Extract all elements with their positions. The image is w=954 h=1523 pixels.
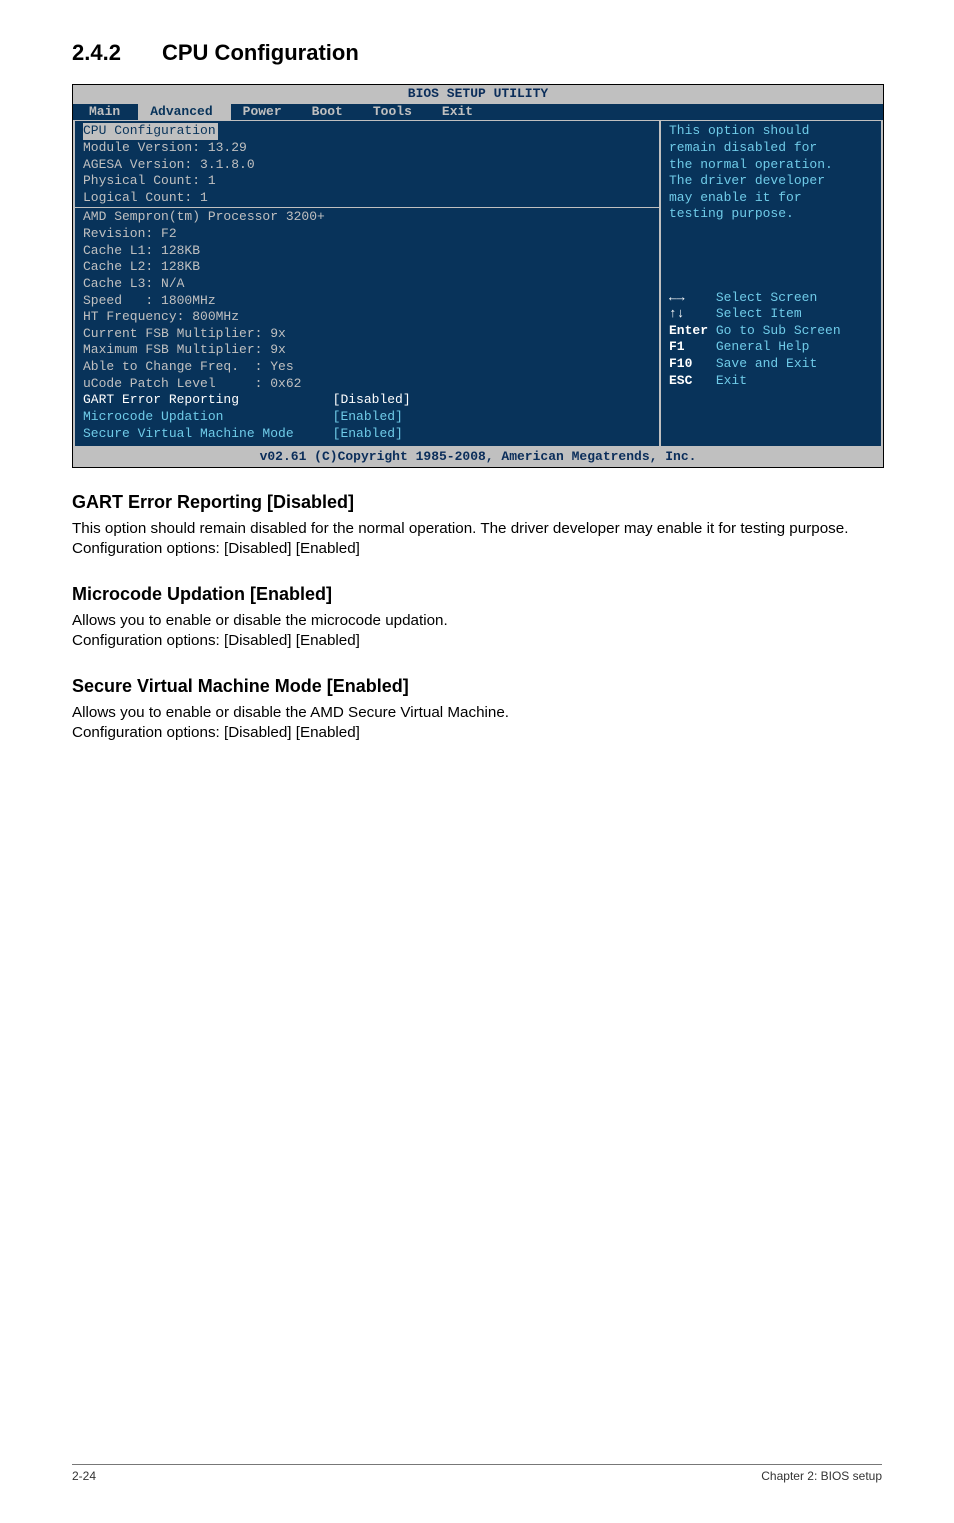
bios-nav-key: F10 (669, 356, 708, 371)
bios-nav-key: ↑↓ (669, 306, 708, 321)
bios-setting[interactable]: Secure Virtual Machine Mode [Enabled] (83, 426, 403, 441)
subsection-body-2: Allows you to enable or disable the AMD … (72, 703, 882, 744)
subsection-heading-1: Microcode Updation [Enabled] (72, 584, 882, 605)
page-footer: 2-24 Chapter 2: BIOS setup (72, 1464, 882, 1483)
bios-nav-key: Enter (669, 323, 708, 338)
tab-tools[interactable]: Tools (361, 104, 430, 121)
tab-exit[interactable]: Exit (430, 104, 491, 121)
tab-advanced[interactable]: Advanced (138, 104, 230, 121)
tab-boot[interactable]: Boot (300, 104, 361, 121)
bios-nav-text: Exit (716, 373, 747, 388)
bios-right-pane: This option should remain disabled for t… (659, 120, 883, 448)
tab-power[interactable]: Power (231, 104, 300, 121)
subsection-heading-0: GART Error Reporting [Disabled] (72, 492, 882, 513)
bios-nav-text: Save and Exit (716, 356, 817, 371)
bios-setting[interactable]: GART Error Reporting [Disabled] (83, 392, 411, 407)
section-number: 2.4.2 (72, 40, 162, 66)
subsection-body-0: This option should remain disabled for t… (72, 519, 882, 560)
page-number: 2-24 (72, 1469, 96, 1483)
subsection-body-1: Allows you to enable or disable the micr… (72, 611, 882, 652)
bios-left-pane: CPU Configuration Module Version: 13.29 … (73, 120, 659, 448)
bios-nav-text: Select Screen (716, 290, 817, 305)
subsection-heading-2: Secure Virtual Machine Mode [Enabled] (72, 676, 882, 697)
bios-nav-key: ESC (669, 373, 708, 388)
bios-nav-key: F1 (669, 339, 708, 354)
bios-screenshot: BIOS SETUP UTILITY Main Advanced Power B… (72, 84, 884, 468)
bios-group-title: CPU Configuration (83, 123, 218, 140)
tab-main[interactable]: Main (77, 104, 138, 121)
bios-nav-text: Go to Sub Screen (716, 323, 841, 338)
bios-tabs: Main Advanced Power Boot Tools Exit (73, 104, 883, 121)
bios-nav-text: General Help (716, 339, 810, 354)
section-heading: 2.4.2CPU Configuration (72, 40, 882, 66)
bios-nav-key: ←→ (669, 290, 708, 305)
section-title-text: CPU Configuration (162, 40, 359, 65)
bios-setting[interactable]: Microcode Updation [Enabled] (83, 409, 403, 424)
bios-header: BIOS SETUP UTILITY (73, 85, 883, 104)
page-chapter: Chapter 2: BIOS setup (761, 1469, 882, 1483)
bios-help-text: This option should remain disabled for t… (669, 123, 833, 221)
bios-nav-text: Select Item (716, 306, 802, 321)
bios-footer: v02.61 (C)Copyright 1985-2008, American … (73, 448, 883, 467)
